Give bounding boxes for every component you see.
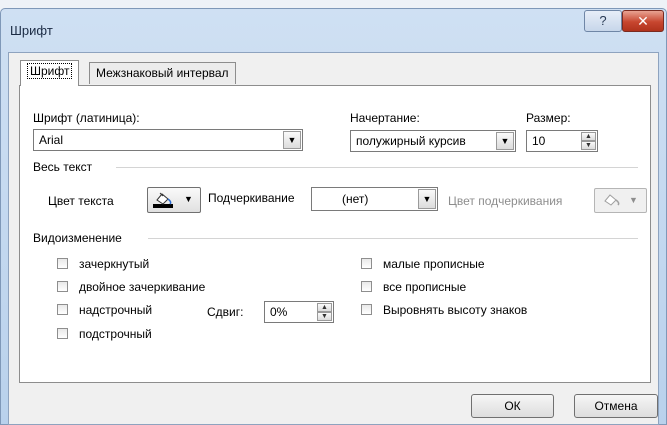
strikethrough-checkbox[interactable]: [57, 258, 68, 269]
spin-up-icon[interactable]: ▲: [581, 132, 596, 141]
dropdown-arrow-icon: ▼: [184, 194, 193, 204]
style-label: Начертание:: [350, 111, 420, 125]
dropdown-arrow-icon: ▼: [629, 195, 638, 205]
dropdown-arrow-icon[interactable]: ▼: [283, 131, 301, 149]
close-icon: ✕: [637, 13, 649, 29]
all-caps-checkbox[interactable]: [361, 281, 372, 292]
offset-field[interactable]: 0% ▲ ▼: [264, 301, 334, 323]
dropdown-arrow-icon[interactable]: ▼: [496, 132, 514, 150]
underline-label: Подчеркивание: [208, 191, 295, 205]
offset-label: Сдвиг:: [207, 305, 244, 319]
ok-button[interactable]: ОК: [471, 394, 554, 418]
help-icon: ?: [599, 13, 607, 28]
equalize-height-checkbox[interactable]: [361, 304, 372, 315]
small-caps-checkbox[interactable]: [361, 258, 372, 269]
size-field[interactable]: 10 ▲ ▼: [526, 130, 598, 152]
section-divider: [116, 167, 638, 168]
superscript-checkbox[interactable]: [57, 304, 68, 315]
subscript-checkbox[interactable]: [57, 328, 68, 339]
close-button[interactable]: ✕: [622, 10, 664, 32]
small-caps-label: малые прописные: [383, 257, 485, 271]
font-color-button[interactable]: ▼: [147, 187, 201, 213]
tab-font-label: Шрифт: [27, 63, 73, 79]
offset-value: 0%: [270, 305, 288, 319]
tab-font[interactable]: Шрифт: [20, 60, 80, 86]
all-text-section-label: Весь текст: [33, 160, 93, 174]
font-label: Шрифт (латиница):: [33, 111, 140, 125]
spin-down-icon[interactable]: ▼: [317, 312, 332, 321]
effects-section-label: Видоизменение: [33, 231, 122, 245]
spin-up-icon[interactable]: ▲: [317, 303, 332, 312]
double-strikethrough-checkbox[interactable]: [57, 281, 68, 292]
superscript-label: надстрочный: [79, 303, 153, 317]
font-select[interactable]: Arial ▼: [33, 129, 303, 151]
underline-select[interactable]: (нет) ▼: [311, 187, 438, 211]
style-value: полужирный курсив: [356, 134, 466, 148]
size-label: Размер:: [526, 111, 571, 125]
subscript-label: подстрочный: [79, 327, 152, 341]
help-button[interactable]: ?: [584, 10, 622, 32]
tab-character-spacing[interactable]: Межзнаковый интервал: [89, 62, 236, 84]
equalize-height-label: Выровнять высоту знаков: [383, 303, 528, 317]
all-caps-label: все прописные: [383, 280, 467, 294]
dialog-title: Шрифт: [10, 23, 53, 38]
section-divider: [148, 238, 638, 239]
underline-color-button[interactable]: ▼: [594, 188, 647, 213]
underline-value: (нет): [342, 192, 369, 206]
spin-down-icon[interactable]: ▼: [581, 141, 596, 150]
style-select[interactable]: полужирный курсив ▼: [350, 130, 516, 152]
paint-bucket-icon: [153, 192, 173, 208]
size-value: 10: [532, 134, 546, 148]
cancel-button[interactable]: Отмена: [574, 394, 658, 418]
double-strikethrough-label: двойное зачеркивание: [79, 280, 206, 294]
font-color-label: Цвет текста: [48, 194, 114, 208]
underline-color-label: Цвет подчеркивания: [448, 194, 563, 208]
strikethrough-label: зачеркнутый: [79, 257, 150, 271]
font-value: Arial: [39, 133, 64, 147]
dropdown-arrow-icon[interactable]: ▼: [418, 189, 436, 209]
paint-bucket-icon: [604, 194, 620, 206]
tab-character-spacing-label: Межзнаковый интервал: [96, 66, 229, 80]
